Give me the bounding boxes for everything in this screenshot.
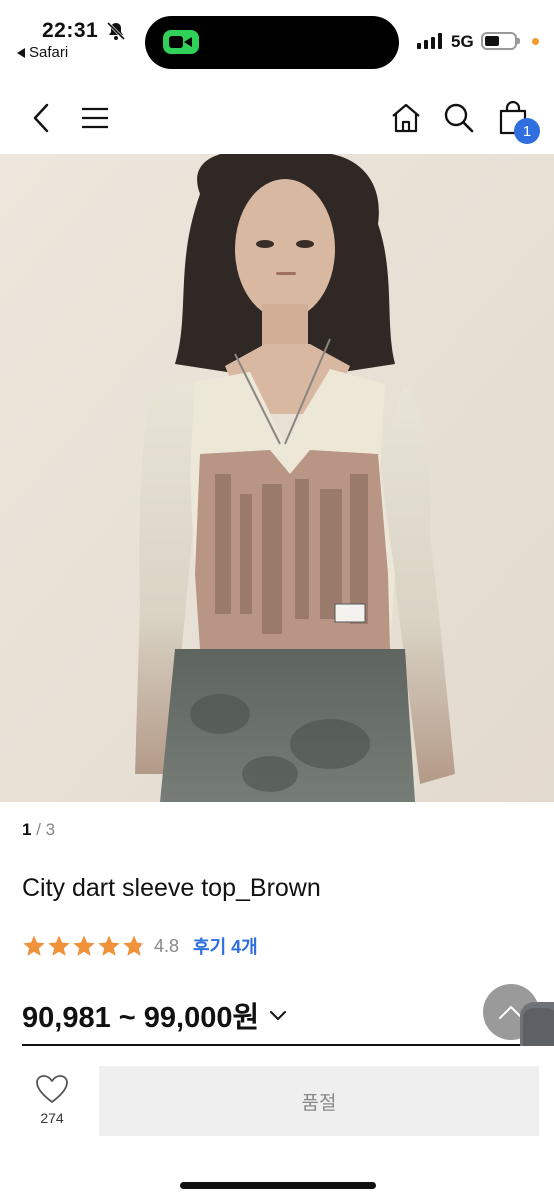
rating-row: 4.8 후기 4개 bbox=[22, 932, 258, 960]
menu-button[interactable] bbox=[70, 82, 120, 154]
product-title: City dart sleeve top_Brown bbox=[22, 874, 321, 902]
hamburger-menu-icon bbox=[82, 107, 108, 129]
back-to-app-link[interactable]: Safari bbox=[17, 44, 68, 61]
top-nav-bar bbox=[0, 82, 554, 154]
status-bar: 22:31 Safari 5G bbox=[0, 0, 554, 82]
back-triangle-icon bbox=[17, 47, 25, 58]
sold-out-button[interactable]: 품절 bbox=[99, 1066, 539, 1136]
signal-icon bbox=[417, 33, 442, 49]
star-rating bbox=[22, 934, 146, 958]
gallery-separator: / bbox=[31, 820, 46, 839]
bottom-action-bar: 274 품절 bbox=[0, 1046, 554, 1200]
gallery-pager: 1 / 3 bbox=[22, 820, 55, 840]
back-button[interactable] bbox=[16, 82, 66, 154]
price-row[interactable]: 90,981 ~ 99,000원 bbox=[22, 994, 287, 1036]
chevron-down-icon bbox=[270, 1011, 287, 1020]
home-indicator bbox=[180, 1182, 376, 1189]
chevron-left-icon bbox=[33, 103, 49, 133]
status-time: 22:31 bbox=[42, 19, 99, 42]
product-image[interactable] bbox=[0, 154, 554, 802]
star-icon bbox=[98, 935, 120, 956]
dynamic-island bbox=[145, 16, 399, 69]
cart-count-badge: 1 bbox=[514, 118, 540, 144]
privacy-indicator-dot bbox=[532, 38, 539, 45]
home-button[interactable] bbox=[381, 82, 431, 154]
battery-icon bbox=[481, 32, 520, 50]
network-label: 5G bbox=[451, 32, 474, 51]
star-icon bbox=[48, 935, 70, 956]
reviews-link[interactable]: 후기 4개 bbox=[193, 933, 258, 959]
star-icon bbox=[123, 935, 145, 956]
heart-icon bbox=[36, 1075, 68, 1103]
like-button[interactable]: 274 bbox=[22, 1074, 82, 1138]
search-button[interactable] bbox=[434, 82, 484, 154]
back-app-label: Safari bbox=[29, 44, 69, 61]
rating-value: 4.8 bbox=[154, 935, 180, 956]
star-icon bbox=[23, 935, 45, 956]
star-icon bbox=[73, 935, 95, 956]
product-photo bbox=[0, 154, 554, 802]
like-count: 274 bbox=[40, 1110, 64, 1126]
home-icon bbox=[392, 103, 420, 133]
price-range: 90,981 ~ 99,000원 bbox=[22, 1002, 260, 1034]
gallery-total: 3 bbox=[45, 820, 56, 839]
search-icon bbox=[444, 103, 474, 133]
facetime-camera-icon bbox=[163, 30, 199, 54]
bell-slash-icon bbox=[106, 21, 126, 41]
